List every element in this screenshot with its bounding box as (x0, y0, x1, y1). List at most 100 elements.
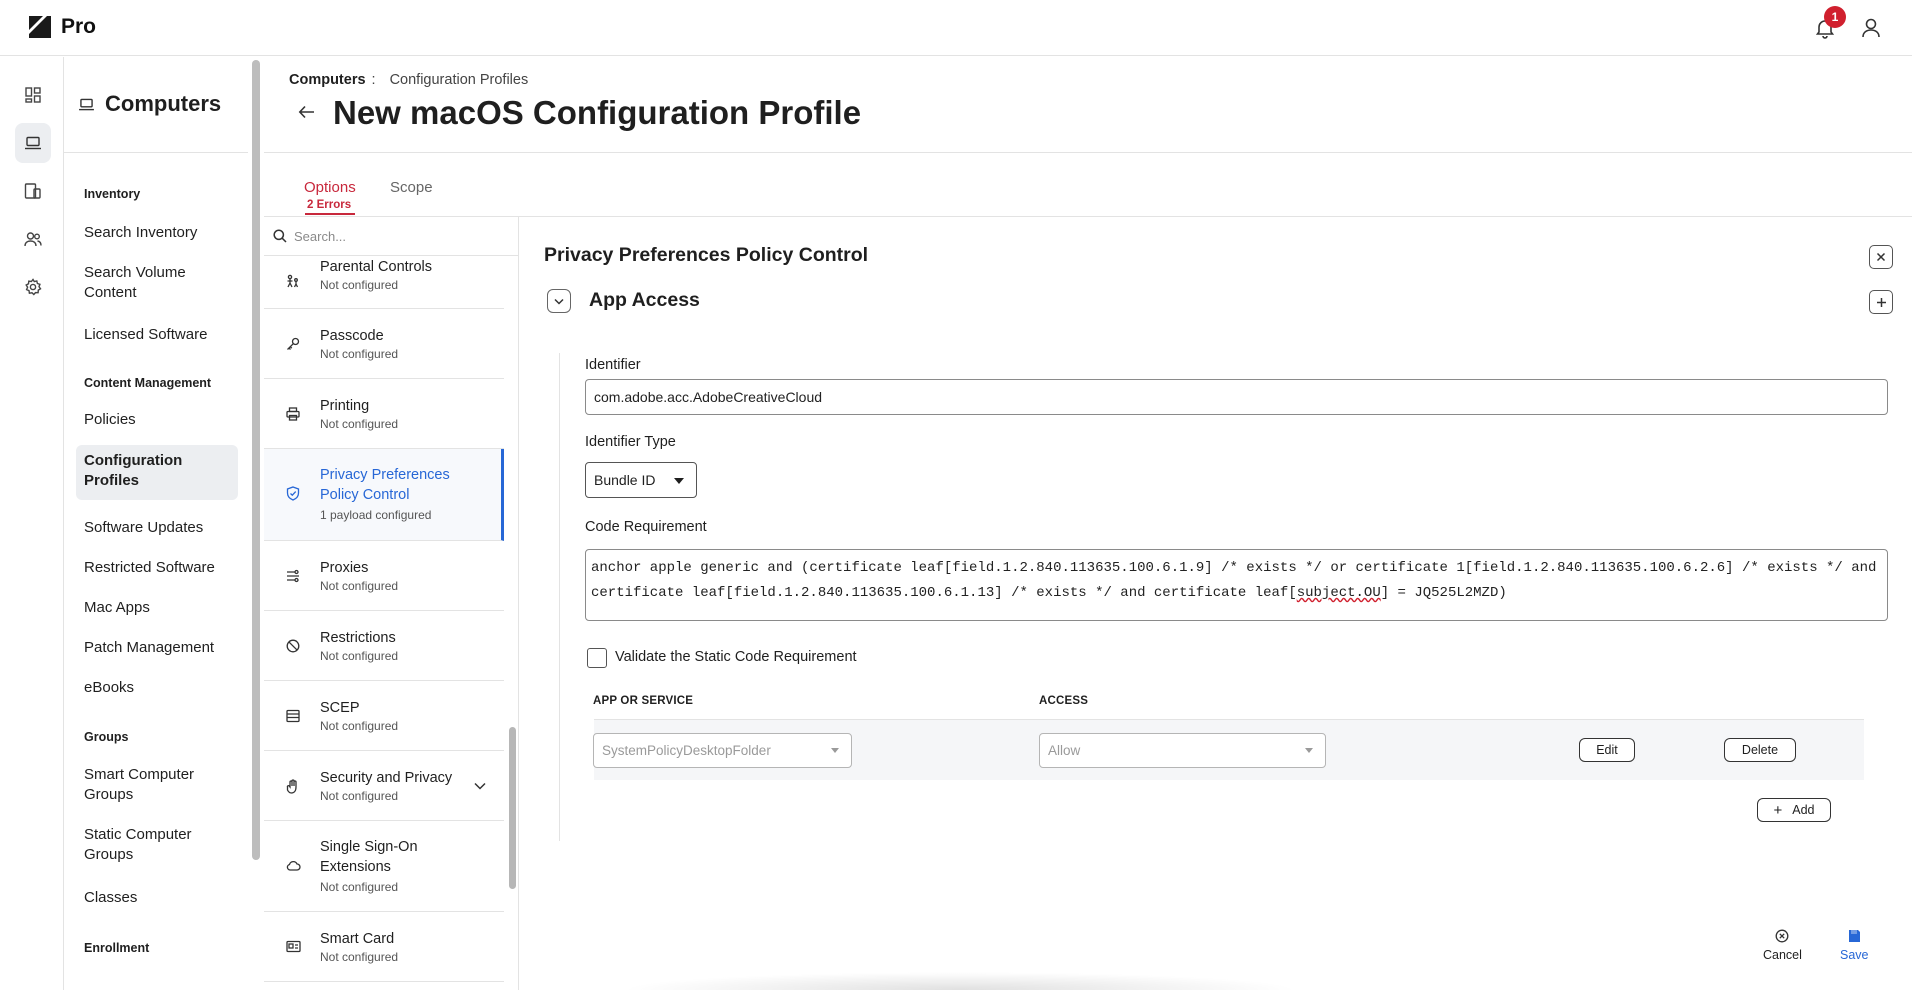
page-title: New macOS Configuration Profile (333, 94, 862, 131)
smart-card-icon (286, 940, 301, 953)
access-select[interactable]: Allow (1039, 733, 1326, 768)
nav-item-ebooks[interactable]: eBooks (76, 672, 238, 704)
payload-parental-controls[interactable]: Parental Controls Not configured (264, 256, 504, 309)
nav-item-static-computer-groups[interactable]: Static Computer Groups (76, 819, 238, 871)
add-button[interactable]: + Add (1757, 798, 1831, 822)
detail-title: Privacy Preferences Policy Control (544, 244, 869, 266)
identifier-type-label: Identifier Type (585, 434, 676, 450)
nav-item-patch-management[interactable]: Patch Management (76, 632, 238, 664)
nav-item-configuration-profiles[interactable]: Configuration Profiles (76, 445, 238, 500)
payload-single-sign-on-extensions[interactable]: Single Sign-On Extensions Not configured (264, 821, 504, 912)
payload-security-and-privacy[interactable]: Security and Privacy Not configured (264, 751, 504, 821)
user-menu-button[interactable] (1861, 17, 1881, 39)
options-error-count: 2 Errors (307, 199, 352, 211)
app-name: Pro (61, 15, 97, 38)
cancel-button[interactable]: Cancel (1763, 929, 1802, 962)
sidebar-scrollbar[interactable] (252, 60, 260, 860)
nav-heading-content-management: Content Management (84, 376, 212, 390)
nav-item-search-inventory[interactable]: Search Inventory (76, 217, 238, 249)
block-icon (286, 639, 300, 653)
shield-check-icon (286, 486, 300, 501)
payload-name: Parental Controls (320, 259, 433, 275)
nav-item-software-updates[interactable]: Software Updates (76, 512, 238, 544)
service-select-value: SystemPolicyDesktopFolder (602, 743, 771, 758)
identifier-type-select[interactable]: Bundle ID (585, 462, 697, 498)
nav-heading-inventory: Inventory (84, 187, 141, 201)
notification-badge: 1 (1824, 6, 1846, 28)
sidebar-title-text: Computers (105, 91, 222, 116)
remove-payload-button[interactable] (1869, 245, 1893, 269)
payload-status: Not configured (320, 789, 399, 803)
payload-name: Passcode (320, 328, 384, 344)
access-select-value: Allow (1048, 743, 1081, 758)
payload-printing[interactable]: Printing Not configured (264, 379, 504, 449)
nav-item-smart-computer-groups[interactable]: Smart Computer Groups (76, 759, 238, 811)
identifier-type-value: Bundle ID (594, 472, 656, 488)
nav-item-licensed-software[interactable]: Licensed Software (76, 319, 238, 351)
nav-item-classes[interactable]: Classes (76, 882, 238, 914)
proxy-icon (287, 569, 299, 583)
nav-item-mac-apps[interactable]: Mac Apps (76, 592, 238, 624)
laptop-icon (25, 136, 41, 150)
delete-button[interactable]: Delete (1724, 738, 1796, 762)
active-tab-indicator (305, 213, 355, 215)
payload-passcode[interactable]: Passcode Not configured (264, 309, 504, 379)
section-title: App Access (589, 289, 700, 311)
rail-settings[interactable] (15, 267, 51, 307)
certificate-icon (286, 709, 300, 723)
caret-down-icon (1305, 748, 1313, 753)
breadcrumb-computers[interactable]: Computers (289, 72, 366, 88)
payload-status: Not configured (320, 417, 399, 431)
key-icon (287, 337, 300, 350)
divider (64, 152, 248, 153)
nav-heading-groups: Groups (84, 730, 129, 744)
payload-proxies[interactable]: Proxies Not configured (264, 541, 504, 611)
cancel-label: Cancel (1763, 948, 1802, 962)
app-logo[interactable]: Pro (27, 14, 96, 40)
caret-down-icon (674, 478, 684, 484)
payload-status: Not configured (320, 950, 399, 964)
chevron-down-icon[interactable] (474, 782, 486, 790)
rail-dashboard[interactable] (15, 75, 51, 115)
section-indent-line (559, 353, 560, 841)
payload-privacy-preferences-policy-control[interactable]: Privacy Preferences Policy Control 1 pay… (264, 449, 504, 541)
code-requirement-textarea[interactable]: anchor apple generic and (certificate le… (585, 549, 1888, 621)
breadcrumb-configuration-profiles[interactable]: Configuration Profiles (390, 72, 529, 88)
validate-checkbox[interactable] (587, 648, 607, 668)
identifier-input[interactable] (585, 379, 1888, 415)
back-button[interactable] (298, 105, 316, 119)
nav-heading-enrollment: Enrollment (84, 941, 150, 955)
tab-scope[interactable]: Scope (390, 179, 433, 196)
rail-users[interactable] (15, 219, 51, 259)
top-bar: Pro 1 (0, 0, 1912, 56)
edit-button[interactable]: Edit (1579, 738, 1635, 762)
code-misspelled-text: subject.OU (1296, 585, 1381, 601)
payload-status: Not configured (320, 880, 399, 894)
collapse-section-button[interactable] (547, 289, 571, 313)
nav-item-restricted-software[interactable]: Restricted Software (76, 552, 238, 584)
validate-label: Validate the Static Code Requirement (615, 649, 857, 665)
devices-icon (24, 183, 41, 199)
rail-devices[interactable] (15, 171, 51, 211)
payload-list-scrollbar[interactable] (509, 727, 516, 889)
computers-sidebar: Computers Inventory Search Inventory Sea… (64, 57, 250, 990)
close-icon (1876, 252, 1886, 262)
divider (264, 152, 1912, 153)
payload-status: Not configured (320, 649, 399, 663)
payload-restrictions[interactable]: Restrictions Not configured (264, 611, 504, 681)
save-button[interactable]: Save (1840, 929, 1869, 962)
rail-computers[interactable] (15, 123, 51, 163)
payload-name: Smart Card (320, 931, 395, 947)
tab-options[interactable]: Options (304, 179, 356, 196)
payload-smart-card[interactable]: Smart Card Not configured (264, 912, 504, 982)
payload-search-input[interactable] (294, 225, 504, 247)
payload-scep[interactable]: SCEP Not configured (264, 681, 504, 751)
cloud-icon (286, 860, 301, 871)
column-header-app-or-service: APP OR SERVICE (593, 695, 694, 707)
laptop-icon (79, 98, 94, 110)
add-section-button[interactable] (1869, 290, 1893, 314)
plus-icon: + (1773, 801, 1783, 819)
service-select[interactable]: SystemPolicyDesktopFolder (593, 733, 852, 768)
nav-item-policies[interactable]: Policies (76, 404, 238, 436)
nav-item-search-volume-content[interactable]: Search Volume Content (76, 257, 238, 309)
